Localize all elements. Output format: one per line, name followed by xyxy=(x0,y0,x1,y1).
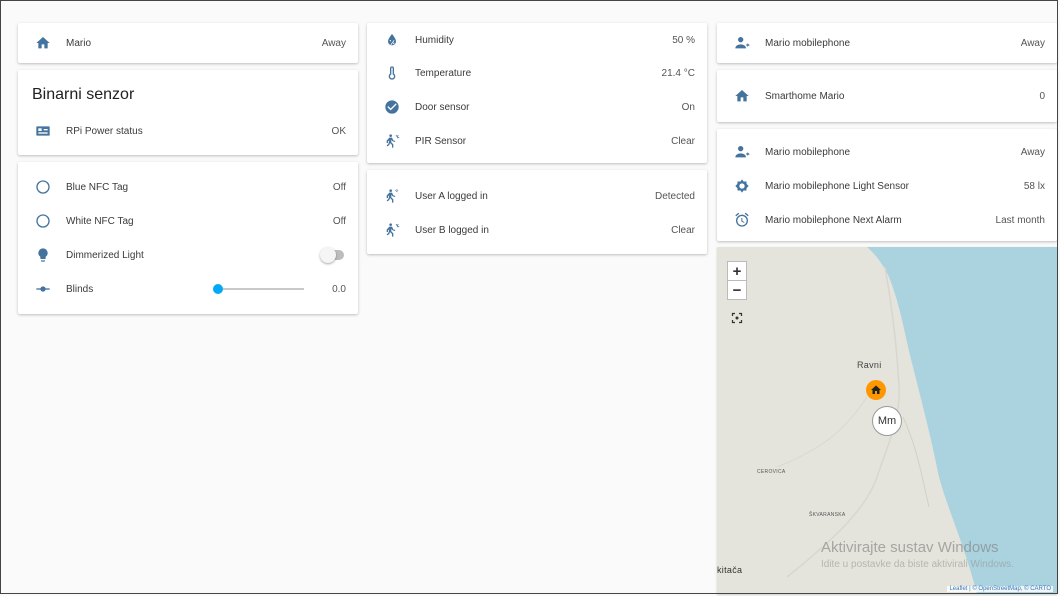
entity-name: Door sensor xyxy=(415,101,470,113)
entity-row-pir-sensor[interactable]: PIR Sensor Clear xyxy=(367,124,707,158)
entity-state: Last month xyxy=(995,214,1045,226)
entity-state: 0 xyxy=(1039,90,1045,102)
zoom-in-button[interactable]: + xyxy=(727,261,747,281)
mobilephone-details-card: Mario mobilephone Away Mario mobilephone… xyxy=(717,129,1057,241)
entity-state: 21.4 °C xyxy=(661,67,695,79)
entity-state: On xyxy=(681,101,695,113)
entity-name: Temperature xyxy=(415,67,472,79)
map-label-kitaca: kitača xyxy=(717,565,743,575)
entity-row-mario[interactable]: Mario Away xyxy=(18,26,358,60)
entity-state: OK xyxy=(331,125,346,137)
mario-card: Mario Away xyxy=(18,23,358,63)
account-arrow-icon xyxy=(731,141,753,163)
motion-sensor-icon xyxy=(381,130,403,152)
motion-sensor-icon xyxy=(381,219,403,241)
home-marker[interactable] xyxy=(866,380,886,400)
slider-knob[interactable] xyxy=(213,284,224,294)
windows-watermark-subtitle: Idite u postavke da biste aktivirali Win… xyxy=(821,559,1014,570)
entity-state: Detected xyxy=(654,190,695,202)
alarm-icon xyxy=(731,209,753,231)
lightbulb-icon xyxy=(32,244,54,266)
home-icon xyxy=(871,385,881,394)
circle-outline-icon xyxy=(32,210,54,232)
entity-name: Blinds xyxy=(66,283,94,295)
binary-sensor-card: Binarni senzor RPi Power status OK xyxy=(18,70,358,155)
entity-name: White NFC Tag xyxy=(66,215,134,227)
focus-icon xyxy=(731,312,743,324)
entity-row-temperature[interactable]: Temperature 21.4 °C xyxy=(367,56,707,90)
circle-outline-icon xyxy=(32,176,54,198)
entity-name: PIR Sensor xyxy=(415,135,467,147)
entity-name: User B logged in xyxy=(415,224,489,236)
entity-name: RPi Power status xyxy=(66,125,143,137)
mobilephone-card: Mario mobilephone Away xyxy=(717,23,1057,63)
entity-state: Clear xyxy=(671,135,695,147)
entity-state: Away xyxy=(1020,146,1045,158)
brightness-icon xyxy=(731,175,753,197)
fit-map-button[interactable] xyxy=(728,309,746,327)
entity-name: Humidity xyxy=(415,34,454,46)
water-percent-icon xyxy=(381,29,403,51)
map-card[interactable]: + − Ravni Mm CEROVICA ŠKVARANSKA kitača … xyxy=(717,247,1057,594)
home-icon xyxy=(32,32,54,54)
entity-state: 0.0 xyxy=(332,283,346,295)
map-label-skvaranska: ŠKVARANSKA xyxy=(809,512,846,518)
check-circle-icon xyxy=(381,96,403,118)
card-title: Binarni senzor xyxy=(32,86,135,103)
account-arrow-icon xyxy=(731,32,753,54)
entity-state: Away xyxy=(1020,37,1045,49)
entity-row-rpi-power[interactable]: RPi Power status OK xyxy=(18,114,358,148)
entity-row-door-sensor[interactable]: Door sensor On xyxy=(367,90,707,124)
entity-state: 58 lx xyxy=(1023,180,1045,192)
entity-row-user-a[interactable]: User A logged in Detected xyxy=(367,179,707,213)
entity-name: User A logged in xyxy=(415,190,488,202)
entity-state: Off xyxy=(332,215,346,227)
entity-name: Mario mobilephone xyxy=(765,37,851,49)
entity-row-next-alarm[interactable]: Mario mobilephone Next Alarm Last month xyxy=(717,203,1057,237)
raspberry-pi-icon xyxy=(32,120,54,142)
person-marker[interactable]: Mm xyxy=(872,406,902,436)
entity-row-humidity[interactable]: Humidity 50 % xyxy=(367,23,707,57)
entity-row-light-sensor[interactable]: Mario mobilephone Light Sensor 58 lx xyxy=(717,169,1057,203)
entity-row-mario-mobilephone[interactable]: Mario mobilephone Away xyxy=(717,135,1057,169)
entity-name: Dimmerized Light xyxy=(66,249,144,261)
entity-row-mario-mobilephone[interactable]: Mario mobilephone Away xyxy=(717,26,1057,60)
zoom-out-button[interactable]: − xyxy=(727,280,747,300)
light-toggle[interactable] xyxy=(320,247,344,263)
entity-name: Mario mobilephone Light Sensor xyxy=(765,180,909,192)
entity-row-dimmerized-light[interactable]: Dimmerized Light xyxy=(18,238,358,272)
users-card: User A logged in Detected User B logged … xyxy=(367,170,707,254)
blinds-slider[interactable] xyxy=(213,284,305,294)
thermometer-icon xyxy=(381,62,403,84)
entity-row-smarthome-mario[interactable]: Smarthome Mario 0 xyxy=(717,79,1057,113)
map-attribution[interactable]: Leaflet | © OpenStreetMap, © CARTO xyxy=(947,586,1053,592)
smarthome-card: Smarthome Mario 0 xyxy=(717,70,1057,122)
entity-name: Mario mobilephone Next Alarm xyxy=(765,214,902,226)
sensors-card: Humidity 50 % Temperature 21.4 °C Door s… xyxy=(367,23,707,163)
entity-state: Clear xyxy=(671,224,695,236)
entity-state: Off xyxy=(332,181,346,193)
home-icon xyxy=(731,85,753,107)
entity-state: 50 % xyxy=(672,34,695,46)
walk-icon xyxy=(381,185,403,207)
entity-name: Blue NFC Tag xyxy=(66,181,129,193)
windows-watermark-title: Aktivirajte sustav Windows xyxy=(821,539,999,556)
entity-row-blue-nfc[interactable]: Blue NFC Tag Off xyxy=(18,170,358,204)
entity-name: Mario xyxy=(66,37,92,49)
entity-row-white-nfc[interactable]: White NFC Tag Off xyxy=(18,204,358,238)
map-label-cerovica: CEROVICA xyxy=(757,469,786,475)
entity-row-user-b[interactable]: User B logged in Clear xyxy=(367,213,707,247)
entity-name: Smarthome Mario xyxy=(765,90,845,102)
map-label-ravni: Ravni xyxy=(857,360,882,370)
entity-row-blinds[interactable]: Blinds 0.0 xyxy=(18,272,358,306)
entity-state: Away xyxy=(321,37,346,49)
nfc-light-card: Blue NFC Tag Off White NFC Tag Off Dimme… xyxy=(18,162,358,314)
slider-icon xyxy=(32,278,54,300)
entity-name: Mario mobilephone xyxy=(765,146,851,158)
